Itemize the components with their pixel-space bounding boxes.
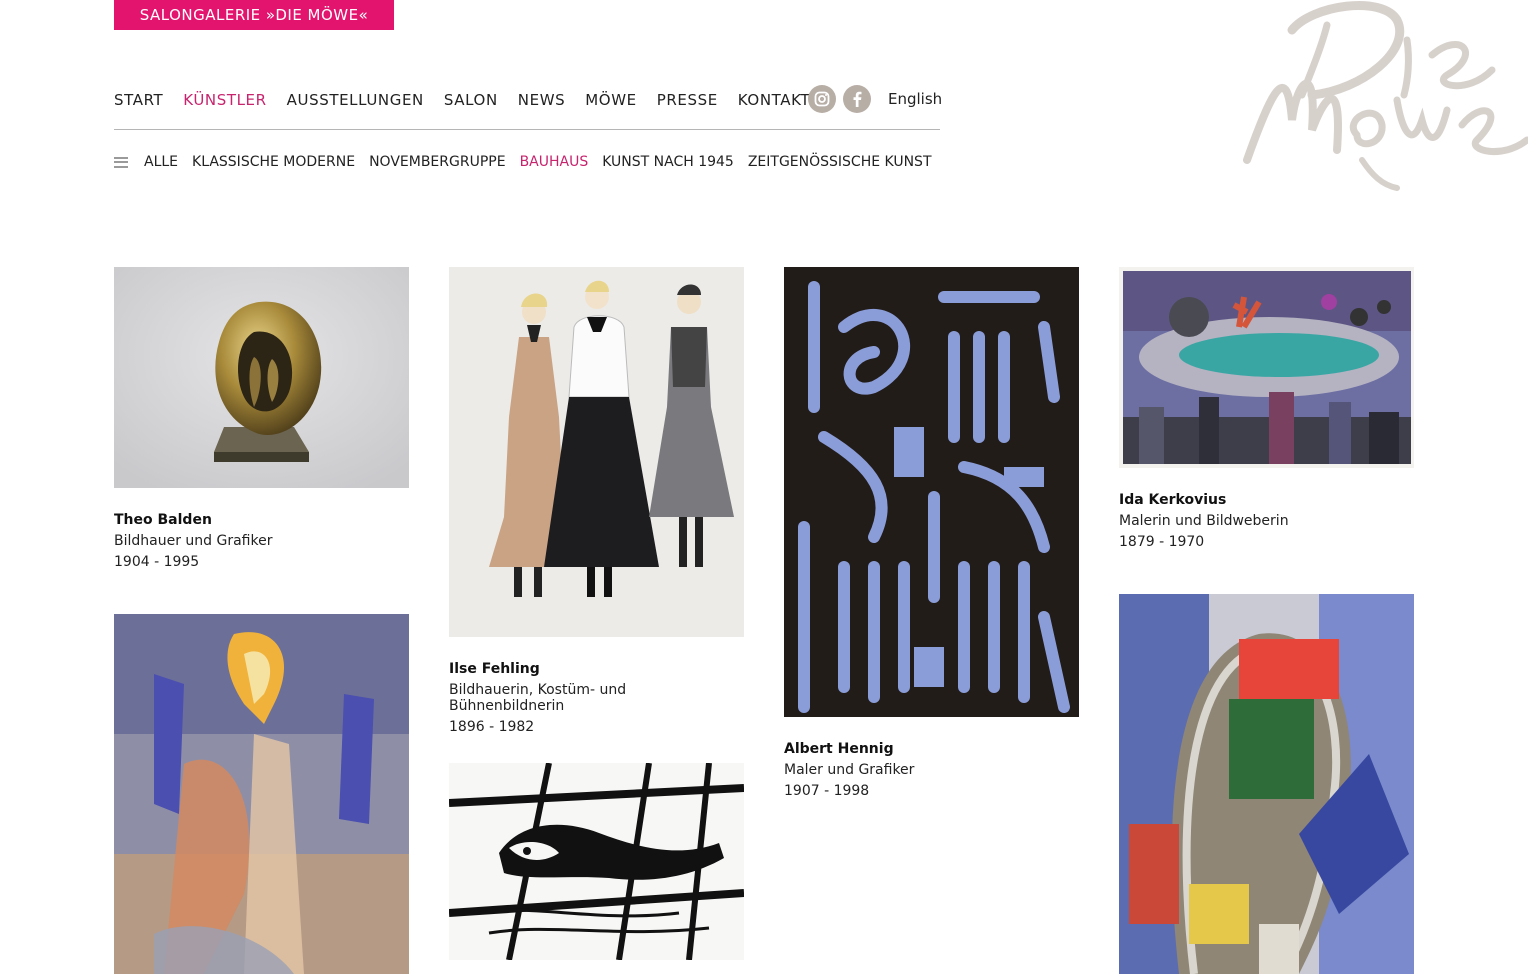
- artist-role: Bildhauer und Grafiker: [114, 533, 273, 549]
- filter-alle[interactable]: ALLE: [144, 154, 178, 170]
- artist-card-albert-hennig[interactable]: Albert Hennig Maler und Grafiker 1907 - …: [784, 267, 1079, 799]
- artist-name[interactable]: Albert Hennig: [784, 741, 1079, 757]
- artist-name[interactable]: Ilse Fehling: [449, 661, 744, 677]
- brand-home-link[interactable]: SALONGALERIE »DIE MÖWE«: [114, 0, 394, 30]
- nav-kontakt[interactable]: KONTAKT: [738, 91, 810, 109]
- filter-novembergruppe[interactable]: NOVEMBERGRUPPE: [369, 154, 505, 170]
- artwork-image-woodcut[interactable]: [784, 267, 1079, 717]
- nav-kuenstler[interactable]: KÜNSTLER: [183, 91, 266, 109]
- nav-moewe[interactable]: MÖWE: [585, 91, 636, 109]
- artist-years: 1907 - 1998: [784, 783, 870, 799]
- artist-role: Bildhauerin, Kostüm- und Bühnenbildnerin: [449, 682, 627, 714]
- artist-years: 1904 - 1995: [114, 554, 200, 570]
- facebook-icon[interactable]: [843, 85, 871, 113]
- artist-role: Malerin und Bildweberin: [1119, 513, 1289, 529]
- filter-zeitgenoessische-kunst[interactable]: ZEITGENÖSSISCHE KUNST: [748, 154, 932, 170]
- filter-klassische-moderne[interactable]: KLASSISCHE MODERNE: [192, 154, 355, 170]
- main-navigation: START KÜNSTLER AUSSTELLUNGEN SALON NEWS …: [114, 86, 830, 114]
- nav-salon[interactable]: SALON: [444, 91, 498, 109]
- list-menu-icon[interactable]: [114, 156, 128, 168]
- artist-name[interactable]: Theo Balden: [114, 512, 409, 528]
- artwork-image-costume-drawing[interactable]: [449, 267, 744, 637]
- filter-kunst-nach-1945[interactable]: KUNST NACH 1945: [602, 154, 734, 170]
- artist-card-ida-kerkovius[interactable]: Ida Kerkovius Malerin und Bildweberin 18…: [1119, 267, 1414, 550]
- artist-years: 1896 - 1982: [449, 719, 535, 735]
- artwork-image-cat-drawing[interactable]: [449, 763, 744, 960]
- artist-years: 1879 - 1970: [1119, 534, 1205, 550]
- nav-presse[interactable]: PRESSE: [657, 91, 718, 109]
- language-switch-link[interactable]: English: [888, 90, 942, 108]
- nav-divider: [114, 129, 940, 130]
- die-moewe-logo[interactable]: [1232, 0, 1528, 200]
- nav-start[interactable]: START: [114, 91, 163, 109]
- artist-role: Maler und Grafiker: [784, 762, 915, 778]
- artist-name[interactable]: Ida Kerkovius: [1119, 492, 1414, 508]
- nav-news[interactable]: NEWS: [518, 91, 565, 109]
- artist-card-theo-balden[interactable]: Theo Balden Bildhauer und Grafiker 1904 …: [114, 267, 409, 570]
- artwork-image-abstract-composition[interactable]: [114, 614, 409, 974]
- artwork-image-bronze-sculpture[interactable]: [114, 267, 409, 488]
- filter-bauhaus[interactable]: BAUHAUS: [520, 154, 589, 170]
- category-filter-navigation: ALLE KLASSISCHE MODERNE NOVEMBERGRUPPE B…: [114, 150, 946, 174]
- instagram-icon[interactable]: [808, 85, 836, 113]
- artwork-image-collage[interactable]: [1119, 594, 1414, 974]
- artwork-image-watercolor-landscape[interactable]: [1119, 267, 1414, 468]
- nav-ausstellungen[interactable]: AUSSTELLUNGEN: [287, 91, 424, 109]
- artist-card-ilse-fehling[interactable]: Ilse Fehling Bildhauerin, Kostüm- und Bü…: [449, 267, 744, 735]
